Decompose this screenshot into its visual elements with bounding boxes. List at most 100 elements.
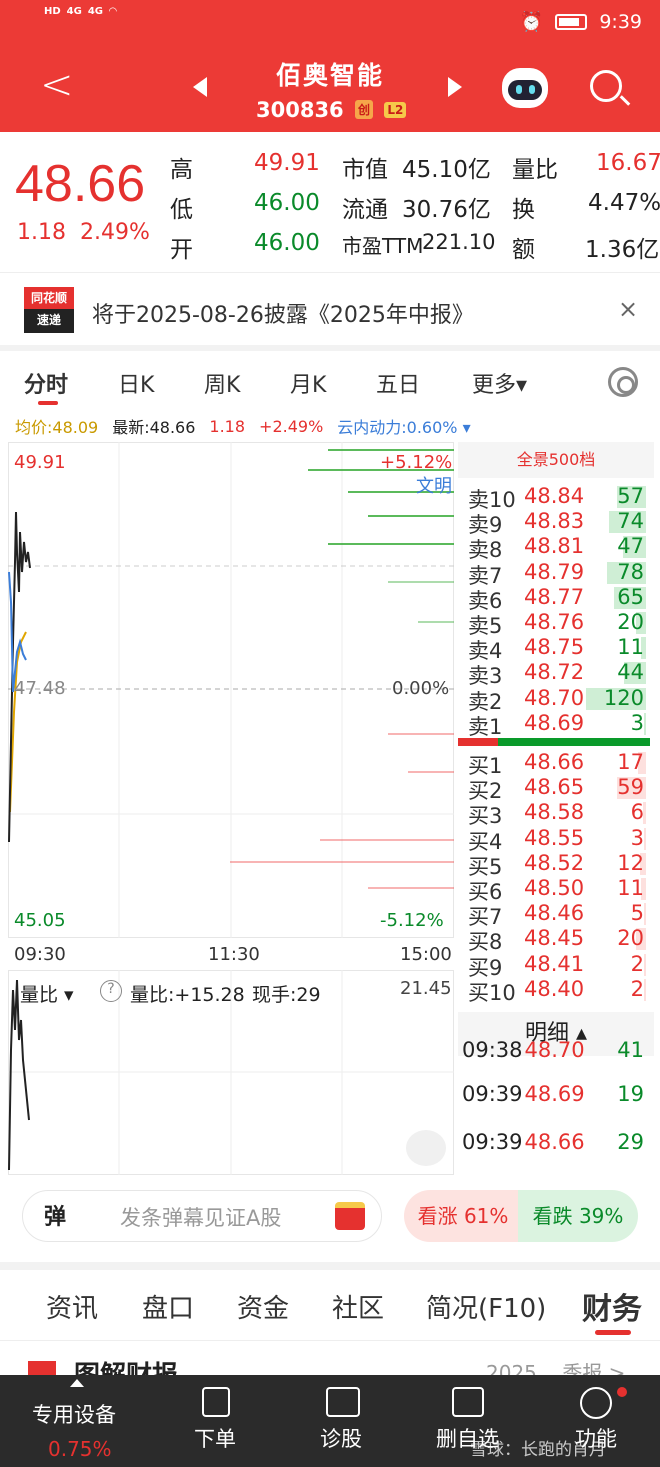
book-price: 48.81 [524, 534, 585, 559]
tab-five-day[interactable]: 五日 [376, 367, 420, 399]
order-icon[interactable] [202, 1387, 230, 1417]
indicator-selector[interactable]: 量比 ▾ [20, 980, 74, 1007]
book-price: 48.79 [524, 559, 585, 584]
time-start: 09:30 [14, 944, 66, 965]
close-icon[interactable]: × [618, 295, 638, 323]
clock: 9:39 [599, 10, 642, 33]
buy-level-row[interactable]: 买1 48.66 17 [468, 750, 654, 778]
nav-order[interactable]: 下单 [194, 1423, 236, 1453]
finance-card-title: 图解财报 [74, 1361, 179, 1376]
tab-finance[interactable]: 财务 [582, 1284, 642, 1328]
next-stock-icon[interactable] [448, 77, 462, 97]
high-label: 高 [170, 157, 193, 183]
price-change: 1.18 2.49% [17, 220, 150, 245]
tab-news[interactable]: 资讯 [46, 1288, 98, 1325]
finance-card-period[interactable]: 2025... 季报 > [486, 1357, 625, 1376]
function-icon[interactable] [580, 1387, 612, 1419]
sell-level-row[interactable]: 卖4 48.75 11 [468, 635, 654, 663]
industry-label[interactable]: 专用设备 [32, 1399, 116, 1429]
help-icon[interactable]: ? [100, 980, 122, 1002]
book-price: 48.70 [524, 685, 585, 710]
tab-f10[interactable]: 简况(F10) [426, 1288, 546, 1325]
book-qty: 74 [617, 509, 644, 534]
book-qty: 12 [617, 850, 644, 875]
book-qty: 17 [617, 750, 644, 774]
buy-level-row[interactable]: 买9 48.41 2 [468, 952, 654, 980]
book-price: 48.58 [524, 800, 585, 825]
expand-icon[interactable] [70, 1379, 84, 1387]
buy-level-row[interactable]: 买4 48.55 3 [468, 825, 654, 854]
fullscreen-icon[interactable] [406, 1130, 446, 1166]
bearish-vote-button[interactable]: 看跌 39% [518, 1190, 638, 1242]
volume-ratio-line [8, 979, 30, 1171]
announcement-text[interactable]: 将于2025-08-26披露《2025年中报》 [92, 297, 474, 329]
sell-level-row[interactable]: 卖3 48.72 44 [468, 660, 654, 688]
danmu-input[interactable]: 发条弹幕见证A股 [120, 1202, 281, 1232]
book-qty: 11 [617, 635, 644, 660]
buy-level-row[interactable]: 买7 48.46 5 [468, 901, 654, 929]
book-price: 48.50 [524, 876, 585, 900]
bullish-vote-button[interactable]: 看涨 61% [404, 1190, 522, 1242]
related-stock-dropdown[interactable]: 云内动力:0.60% ▾ [337, 414, 470, 438]
buy-level-row[interactable]: 买10 48.40 2 [468, 976, 654, 1005]
book-price: 48.40 [524, 976, 585, 1001]
sell-level-row[interactable]: 卖10 48.84 57 [468, 484, 654, 512]
book-qty: 20 [617, 926, 644, 951]
remove-watchlist-icon[interactable] [452, 1387, 484, 1417]
float-value: 30.76亿 [402, 197, 491, 223]
nav-diagnose[interactable]: 诊股 [320, 1423, 362, 1453]
alarm-icon: ⏰ [519, 11, 544, 33]
tab-community[interactable]: 社区 [332, 1288, 384, 1325]
diagnose-icon[interactable] [326, 1387, 360, 1417]
gift-icon[interactable] [335, 1202, 365, 1230]
book-qty: 6 [630, 800, 644, 825]
buy-level-row[interactable]: 买8 48.45 20 [468, 926, 654, 954]
buy-level-row[interactable]: 买6 48.50 11 [468, 876, 654, 904]
tab-monthly[interactable]: 月K [290, 367, 326, 399]
tick-qty: 19 [617, 1082, 644, 1106]
buy-sell-ratio-bar-red [458, 738, 498, 746]
tab-quote-detail[interactable]: 盘口 [142, 1288, 194, 1325]
book-price: 48.55 [524, 825, 585, 850]
sell-level-row[interactable]: 卖9 48.83 74 [468, 509, 654, 537]
book-price: 48.76 [524, 610, 585, 634]
search-icon[interactable] [590, 70, 622, 102]
intraday-chart[interactable]: 49.91 +5.12% 文明 47.48 0.00% 45.05 -5.12% [8, 442, 454, 938]
sell-level-row[interactable]: 卖8 48.81 47 [468, 534, 654, 562]
tab-intraday[interactable]: 分时 [24, 367, 68, 399]
high-value: 49.91 [254, 150, 320, 176]
buy-level-row[interactable]: 买2 48.65 59 [468, 775, 654, 803]
buy-level-row[interactable]: 买3 48.58 6 [468, 800, 654, 828]
announcement-bar[interactable]: 同花顺 速递 将于2025-08-26披露《2025年中报》 × [0, 272, 660, 348]
robot-assistant-icon[interactable] [502, 68, 548, 108]
book-level: 卖1 [468, 714, 503, 739]
tab-daily[interactable]: 日K [118, 367, 154, 399]
tick-row: 09:3948.66 29 [462, 1130, 652, 1154]
book-price: 48.65 [524, 775, 585, 800]
tab-more[interactable]: 更多▾ [472, 367, 527, 399]
tick-time: 09:39 [462, 1130, 523, 1154]
book-qty: 20 [617, 610, 644, 634]
book-title[interactable]: 全景500档 [458, 442, 654, 478]
time-axis: 09:30 11:30 15:00 [8, 942, 454, 968]
tick-time: 09:39 [462, 1082, 523, 1106]
tab-weekly[interactable]: 周K [204, 367, 240, 399]
chart-info-bar: 均价:48.09 最新:48.66 1.18 +2.49% 云内动力:0.60%… [0, 412, 660, 440]
board-tag: 创 [354, 100, 373, 119]
book-qty: 11 [617, 876, 644, 900]
sell-level-row[interactable]: 卖7 48.79 78 [468, 559, 654, 588]
settings-icon[interactable] [608, 367, 638, 397]
danmu-icon[interactable]: 弹 [44, 1199, 66, 1231]
current-hand-readout: 现手:29 [252, 984, 321, 1006]
book-price: 48.72 [524, 660, 585, 685]
book-price: 48.52 [524, 850, 585, 875]
volume-ratio-chart[interactable]: 量比 ▾ ? 量比:+15.28 现手:29 21.45 [8, 970, 454, 1175]
signal-icon-2: 4G [87, 6, 104, 17]
sell-level-row[interactable]: 卖1 48.69 3 [468, 711, 654, 739]
sell-level-row[interactable]: 卖2 48.70 120 [468, 685, 654, 714]
buy-level-row[interactable]: 买5 48.52 12 [468, 850, 654, 879]
sell-level-row[interactable]: 卖6 48.77 65 [468, 585, 654, 613]
book-qty: 2 [630, 976, 644, 1001]
tab-funds[interactable]: 资金 [237, 1288, 289, 1325]
sell-level-row[interactable]: 卖5 48.76 20 [468, 610, 654, 638]
